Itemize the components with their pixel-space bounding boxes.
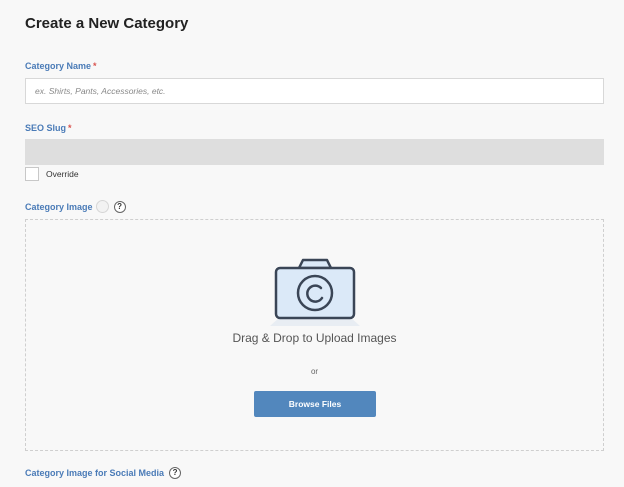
browse-files-button[interactable]: Browse Files (254, 391, 376, 417)
override-checkbox-row[interactable]: Override (25, 167, 79, 181)
override-label: Override (46, 169, 79, 179)
category-name-label-text: Category Name (25, 61, 92, 71)
social-image-label: Category Image for Social Media (25, 468, 165, 478)
page-title: Create a New Category (25, 15, 189, 32)
help-icon[interactable]: ? (169, 467, 182, 479)
camera-icon (270, 258, 360, 326)
category-name-label: Category Name * (25, 61, 97, 71)
social-image-label-row: Category Image for Social Media ? (25, 467, 182, 479)
image-dropzone[interactable]: Drag & Drop to Upload Images or Browse F… (25, 219, 604, 451)
category-image-label: Category Image (25, 201, 93, 212)
create-category-page: Create a New Category Category Name* SEO… (0, 0, 624, 487)
override-checkbox[interactable] (25, 167, 39, 181)
required-marker: * (68, 123, 72, 133)
image-status-circle-icon (95, 200, 109, 213)
category-name-input[interactable] (25, 78, 604, 104)
dropzone-or-text: or (310, 367, 319, 376)
dropzone-text: Drag & Drop to Upload Images (232, 331, 397, 345)
category-image-label-row: Category Image ? (25, 200, 126, 213)
seo-slug-label-text: SEO Slug (25, 123, 67, 133)
seo-slug-input (25, 139, 604, 165)
help-icon[interactable]: ? (113, 200, 126, 213)
seo-slug-label: SEO Slug * (25, 123, 72, 133)
required-marker: * (93, 61, 97, 71)
